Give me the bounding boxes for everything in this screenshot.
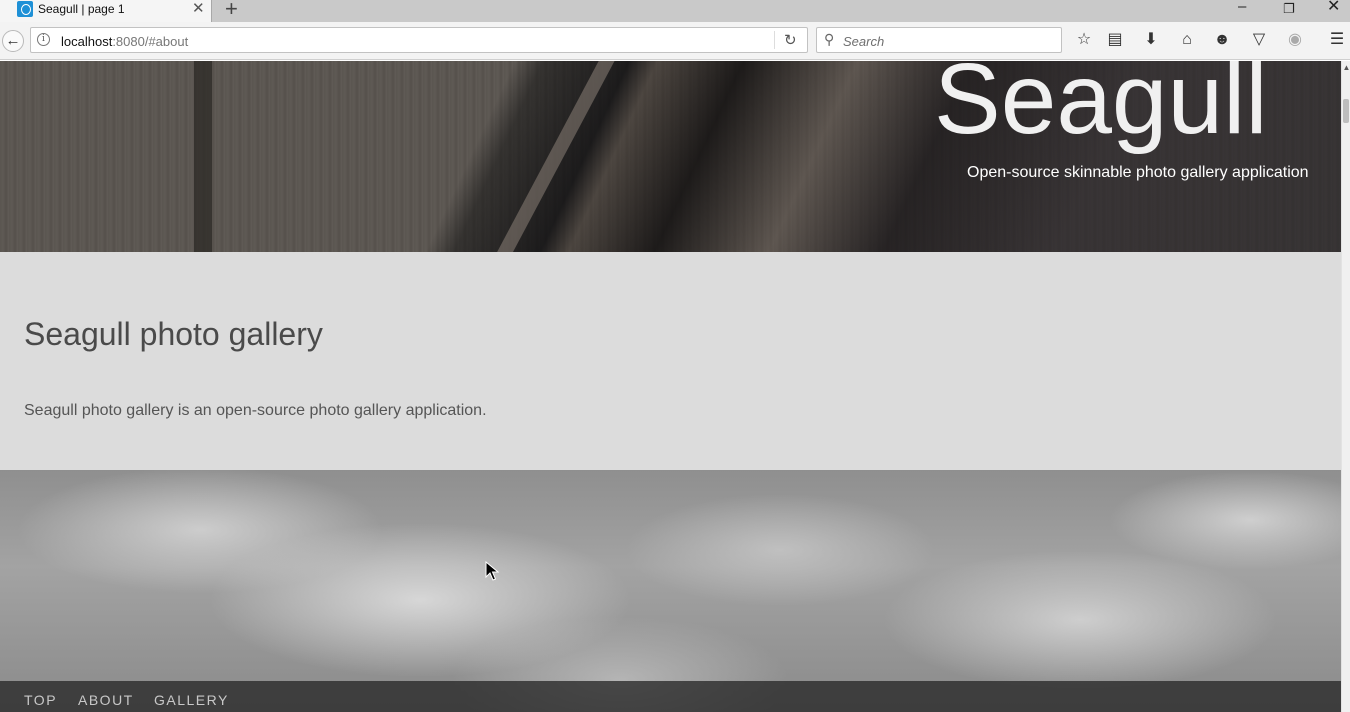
search-placeholder: Search [843,34,885,49]
url-path: :8080/#about [112,34,189,49]
vertical-scrollbar[interactable]: ▲ [1341,61,1350,712]
address-bar-divider [774,31,775,49]
nav-link-gallery[interactable]: GALLERY [154,692,229,708]
scroll-up-arrow-icon[interactable]: ▲ [1342,63,1350,72]
about-heading: Seagull photo gallery [24,316,323,352]
site-info-icon[interactable]: i [37,33,50,46]
page-viewport: Seagull Open-source skinnable photo gall… [0,61,1341,712]
hero-subtitle: Open-source skinnable photo gallery appl… [967,164,1309,181]
url-host: localhost [61,34,113,49]
download-icon[interactable]: ⬇ [1140,29,1162,51]
minimize-button[interactable]: – [1238,0,1246,18]
clouds-background [0,470,1341,712]
url-text[interactable]: localhost:8080/#about [61,34,188,49]
scrollbar-thumb[interactable] [1343,99,1349,123]
tab-bar: Seagull | page 1 ✕ + – ❐ ✕ [0,0,1350,22]
mouse-cursor-icon [485,561,499,581]
menu-icon[interactable]: ☰ [1326,29,1348,51]
hero-background-detail [194,61,212,252]
address-bar[interactable]: i localhost:8080/#about ↻ [30,27,808,53]
reload-icon[interactable]: ↻ [784,31,797,49]
back-button[interactable]: ← [2,30,24,52]
nav-link-about[interactable]: ABOUT [78,692,134,708]
reading-list-icon[interactable]: ▤ [1104,29,1126,51]
about-section: Seagull photo gallery Seagull photo gall… [0,252,1341,470]
hero-banner: Seagull Open-source skinnable photo gall… [0,61,1341,252]
tab-title: Seagull | page 1 [38,2,125,16]
search-field[interactable]: ⚲ Search [816,27,1062,53]
back-arrow-icon: ← [5,32,21,49]
pocket-icon[interactable]: ▽ [1248,29,1270,51]
home-icon[interactable]: ⌂ [1176,29,1198,51]
hero-title: Seagull [934,61,1268,155]
search-icon: ⚲ [824,31,835,47]
new-tab-button[interactable]: + [225,0,238,21]
restore-button[interactable]: ❐ [1283,0,1295,20]
favicon-icon [17,1,33,17]
about-description: Seagull photo gallery is an open-source … [24,402,487,419]
hero-background-detail [481,61,617,252]
sync-icon[interactable]: ◉ [1284,29,1306,51]
close-window-button[interactable]: ✕ [1327,0,1340,18]
chat-icon[interactable]: ☻ [1211,29,1233,51]
bottom-navigation: TOP ABOUT GALLERY [0,681,1341,712]
tab-close-icon[interactable]: ✕ [192,1,205,17]
nav-link-top[interactable]: TOP [24,692,57,708]
star-icon[interactable]: ☆ [1073,29,1095,51]
browser-tab[interactable]: Seagull | page 1 ✕ [0,0,212,22]
